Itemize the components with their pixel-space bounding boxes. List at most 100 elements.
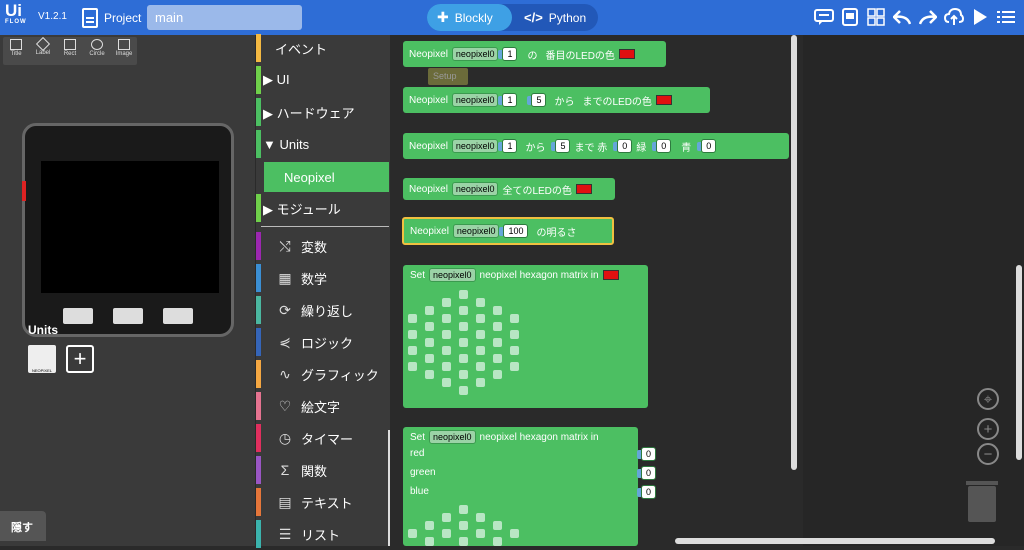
matrix-led[interactable] xyxy=(442,513,451,522)
matrix-led[interactable] xyxy=(476,330,485,339)
matrix-led[interactable] xyxy=(510,346,519,355)
number-input[interactable]: 0 xyxy=(697,139,717,153)
blockly-tab[interactable]: ✚ Blockly xyxy=(427,4,512,31)
matrix-led[interactable] xyxy=(408,529,417,538)
category-ui[interactable]: ▶ UI xyxy=(256,64,389,96)
category-math[interactable]: ▦ 数学 xyxy=(256,262,389,294)
green-input[interactable]: 0 xyxy=(636,466,657,480)
matrix-led[interactable] xyxy=(425,537,434,546)
neopixel-dropdown[interactable]: neopixel0 xyxy=(451,93,499,107)
matrix-led[interactable] xyxy=(493,370,502,379)
number-input[interactable]: 5 xyxy=(551,139,571,153)
matrix-led[interactable] xyxy=(442,362,451,371)
matrix-led[interactable] xyxy=(442,346,451,355)
category-neopixel[interactable]: Neopixel xyxy=(264,162,389,192)
neopixel-dropdown[interactable]: neopixel0 xyxy=(452,224,500,238)
color-swatch[interactable] xyxy=(575,184,592,194)
undo-icon[interactable] xyxy=(892,7,912,27)
filename-input[interactable]: main xyxy=(147,5,302,30)
category-lists[interactable]: ☰ リスト xyxy=(256,518,389,550)
device-button-b[interactable] xyxy=(113,308,143,324)
project-button[interactable]: Project xyxy=(104,11,141,25)
redo-icon[interactable] xyxy=(918,7,938,27)
category-functions[interactable]: Σ 関数 xyxy=(256,454,389,486)
matrix-led[interactable] xyxy=(425,322,434,331)
matrix-led[interactable] xyxy=(459,322,468,331)
workspace-vscrollbar[interactable] xyxy=(1016,265,1022,460)
zoom-in-icon[interactable]: + xyxy=(977,418,999,440)
layout-icon[interactable] xyxy=(866,7,886,27)
neopixel-dropdown[interactable]: neopixel0 xyxy=(451,139,499,153)
number-input[interactable]: 1 xyxy=(498,47,518,61)
matrix-led[interactable] xyxy=(442,529,451,538)
block-hex-matrix-rgb[interactable]: Set neopixel0 neopixel hexagon matrix in … xyxy=(403,427,657,546)
number-input[interactable]: 0 xyxy=(652,139,672,153)
neopixel-dropdown[interactable]: neopixel0 xyxy=(451,47,499,61)
device-icon[interactable] xyxy=(840,7,860,27)
block-neopixel-all[interactable]: Neopixel neopixel0 全てのLEDの色 xyxy=(403,178,615,200)
number-input[interactable]: 0 xyxy=(613,139,633,153)
label-tool[interactable]: Label xyxy=(31,36,55,63)
matrix-led[interactable] xyxy=(493,354,502,363)
cloud-icon[interactable] xyxy=(944,7,964,27)
matrix-led[interactable] xyxy=(493,322,502,331)
neopixel-dropdown[interactable]: neopixel0 xyxy=(429,430,476,444)
category-event[interactable]: イベント xyxy=(256,32,389,64)
matrix-led[interactable] xyxy=(408,346,417,355)
category-text[interactable]: ▤ テキスト xyxy=(256,486,389,518)
title-tool[interactable]: Title xyxy=(4,39,28,63)
matrix-led[interactable] xyxy=(408,314,417,323)
category-graphics[interactable]: ∿ グラフィック xyxy=(256,358,389,390)
python-tab[interactable]: </> Python xyxy=(514,4,598,31)
device-button-a[interactable] xyxy=(63,308,93,324)
matrix-led[interactable] xyxy=(510,330,519,339)
zoom-out-icon[interactable]: − xyxy=(977,443,999,465)
matrix-led[interactable] xyxy=(442,330,451,339)
matrix-led[interactable] xyxy=(459,338,468,347)
matrix-led[interactable] xyxy=(476,314,485,323)
category-module[interactable]: ▶ モジュール xyxy=(256,192,389,224)
matrix-led[interactable] xyxy=(510,362,519,371)
matrix-led[interactable] xyxy=(493,521,502,530)
run-icon[interactable] xyxy=(970,7,990,27)
number-input[interactable]: 5 xyxy=(527,93,547,107)
color-swatch[interactable] xyxy=(602,270,619,280)
matrix-led[interactable] xyxy=(408,330,417,339)
matrix-led[interactable] xyxy=(425,370,434,379)
matrix-led[interactable] xyxy=(510,314,519,323)
matrix-led[interactable] xyxy=(442,314,451,323)
number-input[interactable]: 1 xyxy=(498,93,518,107)
matrix-led[interactable] xyxy=(459,306,468,315)
matrix-led[interactable] xyxy=(459,521,468,530)
matrix-led[interactable] xyxy=(425,521,434,530)
matrix-led[interactable] xyxy=(425,338,434,347)
matrix-led[interactable] xyxy=(476,378,485,387)
matrix-led[interactable] xyxy=(476,513,485,522)
block-neopixel-brightness[interactable]: Neopixel neopixel0 100 の明るさ xyxy=(402,217,614,245)
matrix-led[interactable] xyxy=(476,362,485,371)
hide-button[interactable]: 隠す xyxy=(0,511,46,541)
category-logic[interactable]: ⋞ ロジック xyxy=(256,326,389,358)
workspace-hscrollbar[interactable] xyxy=(675,538,995,544)
matrix-led[interactable] xyxy=(510,529,519,538)
category-timer[interactable]: ◷ タイマー xyxy=(256,422,389,454)
neopixel-dropdown[interactable]: neopixel0 xyxy=(429,268,476,282)
category-emoji[interactable]: ♡ 絵文字 xyxy=(256,390,389,422)
block-neopixel-rgb[interactable]: Neopixel neopixel0 1 から 5 まで 赤 0 緑 0 青 0 xyxy=(403,133,789,159)
blue-input[interactable]: 0 xyxy=(636,485,657,499)
circle-tool[interactable]: Circle xyxy=(85,39,109,63)
menu-icon[interactable] xyxy=(996,7,1016,27)
center-icon[interactable]: ⌖ xyxy=(977,388,999,410)
number-input[interactable]: 100 xyxy=(499,224,529,238)
project-icon[interactable] xyxy=(82,8,98,28)
rect-tool[interactable]: Rect xyxy=(58,39,82,63)
red-input[interactable]: 0 xyxy=(636,447,657,461)
matrix-led[interactable] xyxy=(493,338,502,347)
device-button-c[interactable] xyxy=(163,308,193,324)
number-input[interactable]: 1 xyxy=(498,139,518,153)
matrix-led[interactable] xyxy=(459,386,468,395)
matrix-led[interactable] xyxy=(459,370,468,379)
block-neopixel-set-led[interactable]: Neopixel neopixel0 1 の番目のLEDの色 xyxy=(403,41,666,67)
matrix-led[interactable] xyxy=(476,346,485,355)
matrix-led[interactable] xyxy=(459,505,468,514)
